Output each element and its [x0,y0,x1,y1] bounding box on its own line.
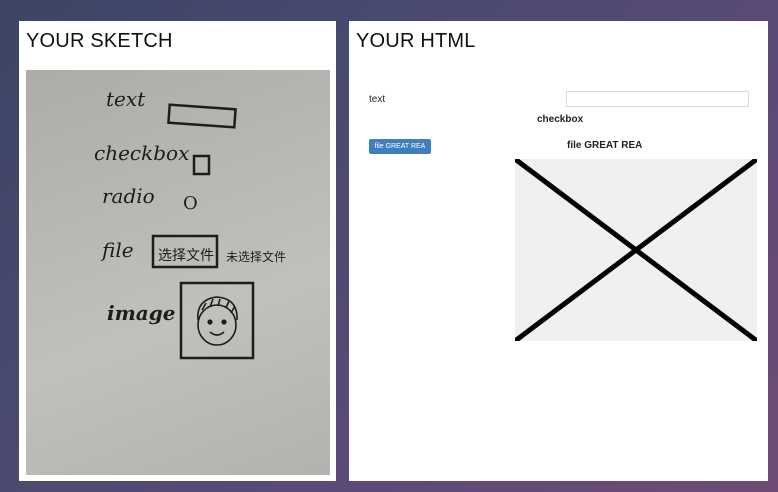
file-label: file GREAT REA [567,140,643,151]
sketch-file-status: 未选择文件 [226,249,286,264]
sketch-radio-label: radio [102,184,155,208]
html-panel: YOUR HTML text checkbox file GREAT REA f… [349,21,768,481]
sketch-radio-glyph: O [183,193,198,214]
file-button[interactable]: file GREAT REA [369,139,431,154]
sketch-face-drawing [197,296,238,346]
sketch-checkbox-box [192,154,211,176]
sketch-text-box [167,103,237,129]
checkbox-label: checkbox [537,114,584,125]
sketch-panel: YOUR SKETCH text checkbox radio O file 选… [19,21,336,481]
sketch-file-label: file [100,238,134,262]
sketch-text-label: text [106,87,146,111]
image-placeholder [515,159,757,341]
sketch-photo: text checkbox radio O file 选择文件 未选择文件 im… [26,70,330,475]
text-field-label: text [369,94,386,105]
html-panel-title: YOUR HTML [356,30,476,52]
sketch-image-box [179,281,255,360]
sketch-panel-title: YOUR SKETCH [26,30,173,52]
text-input[interactable] [566,91,749,107]
sketch-file-button-text: 选择文件 [158,248,214,264]
sketch-image-label: image [107,301,175,325]
sketch-checkbox-label: checkbox [94,141,189,165]
